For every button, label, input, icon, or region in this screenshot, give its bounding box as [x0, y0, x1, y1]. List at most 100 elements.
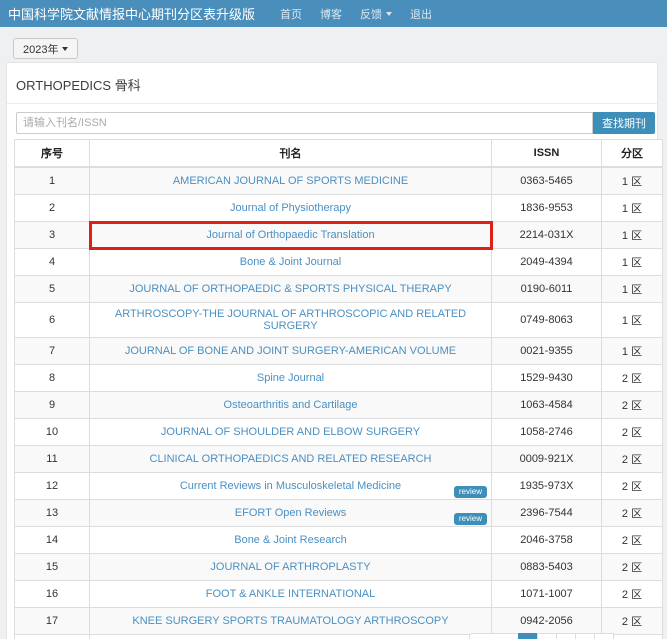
pagination-button[interactable] — [469, 633, 519, 639]
journal-link[interactable]: JOURNAL OF ARTHROPLASTY — [210, 561, 370, 573]
journal-cell: JOURNAL OF BONE AND JOINT SURGERY-AMERIC… — [90, 338, 492, 365]
journal-cell: Spine Journal — [90, 365, 492, 392]
issn-value: 1836-9553 — [492, 195, 602, 222]
partition-value: 2 区 — [602, 527, 663, 554]
issn-value: 1058-2746 — [492, 419, 602, 446]
partition-value: 2 区 — [602, 365, 663, 392]
journal-cell: CLINICAL ORTHOPAEDICS AND RELATED RESEAR… — [90, 446, 492, 473]
nav-item-blog-label: 博客 — [320, 6, 342, 22]
nav-item-feedback-label: 反馈 — [360, 6, 382, 22]
pagination-page-active[interactable] — [518, 633, 538, 639]
partition-value: 2 区 — [602, 581, 663, 608]
journal-table: 序号 刊名 ISSN 分区 1 AMERICAN JOURNAL OF SPOR… — [14, 139, 663, 639]
table-row: 1 AMERICAN JOURNAL OF SPORTS MEDICINE 03… — [15, 167, 663, 195]
row-number: 10 — [15, 419, 90, 446]
nav-item-home[interactable]: 首页 — [280, 6, 302, 22]
journal-link[interactable]: Journal of Physiotherapy — [230, 202, 351, 214]
row-number: 3 — [15, 222, 90, 249]
journal-cell: KNEE SURGERY SPORTS TRAUMATOLOGY ARTHROS… — [90, 608, 492, 635]
journal-link[interactable]: JOURNAL OF SHOULDER AND ELBOW SURGERY — [161, 426, 420, 438]
nav-item-home-label: 首页 — [280, 6, 302, 22]
issn-value: 2049-4394 — [492, 249, 602, 276]
row-number: 11 — [15, 446, 90, 473]
top-navbar: 中国科学院文献情报中心期刊分区表升级版 首页 博客 反馈 退出 — [0, 0, 667, 27]
partition-value: 1 区 — [602, 222, 663, 249]
partition-value: 2 区 — [602, 500, 663, 527]
journal-cell: ARTHROSCOPY-THE JOURNAL OF ARTHROSCOPIC … — [90, 303, 492, 338]
row-number: 2 — [15, 195, 90, 222]
row-number: 6 — [15, 303, 90, 338]
journal-link[interactable]: ARTHROSCOPY-THE JOURNAL OF ARTHROSCOPIC … — [115, 308, 466, 332]
journal-link[interactable]: Current Reviews in Musculoskeletal Medic… — [180, 480, 401, 492]
journal-link[interactable]: EFORT Open Reviews — [235, 507, 346, 519]
nav-item-blog[interactable]: 博客 — [320, 6, 342, 22]
table-row: 8 Spine Journal 1529-9430 2 区 — [15, 365, 663, 392]
table-row: 3 Journal of Orthopaedic Translation 221… — [15, 222, 663, 249]
row-number: 17 — [15, 608, 90, 635]
journal-link[interactable]: Osteoarthritis and Cartilage — [224, 399, 358, 411]
table-row: 11 CLINICAL ORTHOPAEDICS AND RELATED RES… — [15, 446, 663, 473]
issn-value: 0883-5403 — [492, 554, 602, 581]
pagination-button[interactable] — [556, 633, 576, 639]
journal-link[interactable]: FOOT & ANKLE INTERNATIONAL — [206, 588, 376, 600]
table-row: 14 Bone & Joint Research 2046-3758 2 区 — [15, 527, 663, 554]
journal-link[interactable]: JOURNAL OF ORTHOPAEDIC & SPORTS PHYSICAL… — [129, 283, 451, 295]
journal-cell: JOURNAL OF ARTHROPLASTY — [90, 554, 492, 581]
search-input[interactable] — [16, 112, 593, 134]
journal-link[interactable]: Bone & Joint Research — [234, 534, 347, 546]
journal-link[interactable]: Spine Journal — [257, 372, 324, 384]
search-bar: 查找期刊 — [7, 104, 657, 139]
issn-value: 1529-9430 — [492, 365, 602, 392]
issn-value: 0009-921X — [492, 446, 602, 473]
table-row: 16 FOOT & ANKLE INTERNATIONAL 1071-1007 … — [15, 581, 663, 608]
journal-cell: Acta Orthopaedica — [90, 635, 492, 639]
issn-value: 2214-031X — [492, 222, 602, 249]
journal-cell: JOURNAL OF ORTHOPAEDIC & SPORTS PHYSICAL… — [90, 276, 492, 303]
journal-link[interactable]: Bone & Joint Journal — [240, 256, 342, 268]
journal-link[interactable]: Journal of Orthopaedic Translation — [206, 229, 374, 241]
partition-value: 2 区 — [602, 554, 663, 581]
partition-value: 2 区 — [602, 419, 663, 446]
journal-cell: EFORT Open Reviews review — [90, 500, 492, 527]
row-number: 13 — [15, 500, 90, 527]
pagination-button[interactable] — [575, 633, 595, 639]
issn-value: 0749-8063 — [492, 303, 602, 338]
partition-value: 1 区 — [602, 167, 663, 195]
partition-value: 2 区 — [602, 608, 663, 635]
journal-link[interactable]: JOURNAL OF BONE AND JOINT SURGERY-AMERIC… — [125, 345, 456, 357]
journal-cell: Current Reviews in Musculoskeletal Medic… — [90, 473, 492, 500]
header-issn: ISSN — [492, 140, 602, 168]
pagination-button[interactable] — [537, 633, 557, 639]
journal-cell: Bone & Joint Research — [90, 527, 492, 554]
row-number: 8 — [15, 365, 90, 392]
journal-cell: Bone & Joint Journal — [90, 249, 492, 276]
search-journal-button[interactable]: 查找期刊 — [593, 112, 655, 134]
journal-cell: Journal of Orthopaedic Translation — [90, 222, 492, 249]
issn-value: 0942-2056 — [492, 608, 602, 635]
issn-value: 0363-5465 — [492, 167, 602, 195]
row-number: 7 — [15, 338, 90, 365]
caret-down-icon — [386, 12, 392, 16]
partition-value: 2 区 — [602, 446, 663, 473]
year-selector-label: 2023年 — [23, 41, 58, 57]
issn-value: 1935-973X — [492, 473, 602, 500]
nav-item-logout[interactable]: 退出 — [410, 6, 432, 22]
row-number: 12 — [15, 473, 90, 500]
issn-value: 0021-9355 — [492, 338, 602, 365]
table-row: 17 KNEE SURGERY SPORTS TRAUMATOLOGY ARTH… — [15, 608, 663, 635]
year-selector-button[interactable]: 2023年 — [13, 38, 78, 59]
nav-item-feedback[interactable]: 反馈 — [360, 6, 392, 22]
journal-link[interactable]: KNEE SURGERY SPORTS TRAUMATOLOGY ARTHROS… — [132, 615, 448, 627]
row-number: 5 — [15, 276, 90, 303]
journal-link[interactable]: AMERICAN JOURNAL OF SPORTS MEDICINE — [173, 175, 408, 187]
journal-link[interactable]: CLINICAL ORTHOPAEDICS AND RELATED RESEAR… — [150, 453, 432, 465]
journal-cell: JOURNAL OF SHOULDER AND ELBOW SURGERY — [90, 419, 492, 446]
site-brand: 中国科学院文献情报中心期刊分区表升级版 — [8, 4, 255, 23]
table-row: 7 JOURNAL OF BONE AND JOINT SURGERY-AMER… — [15, 338, 663, 365]
issn-value: 2046-3758 — [492, 527, 602, 554]
table-row: 4 Bone & Joint Journal 2049-4394 1 区 — [15, 249, 663, 276]
partition-value: 1 区 — [602, 276, 663, 303]
pagination-button[interactable] — [594, 633, 614, 639]
table-row: 2 Journal of Physiotherapy 1836-9553 1 区 — [15, 195, 663, 222]
header-name: 刊名 — [90, 140, 492, 168]
